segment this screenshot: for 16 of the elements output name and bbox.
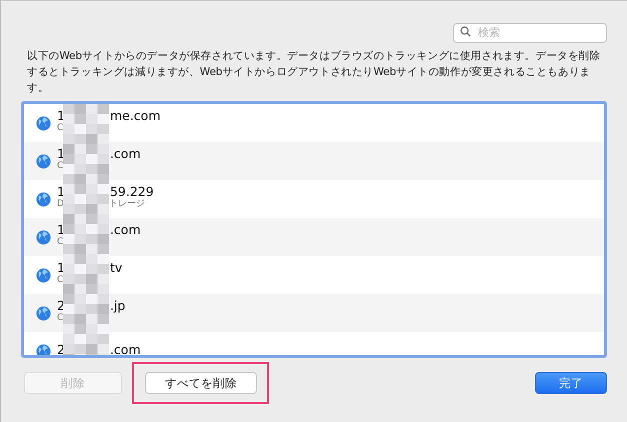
globe-icon — [36, 268, 51, 282]
delete-button[interactable]: すべてを削除 — [145, 372, 257, 394]
globe-icon — [36, 306, 51, 320]
site-detail: C — [57, 123, 64, 134]
globe-icon — [36, 230, 51, 244]
search-field[interactable]: 検索 — [453, 22, 607, 42]
globe-icon — [36, 344, 51, 355]
site-detail: C — [57, 313, 64, 324]
globe-icon — [36, 154, 51, 168]
globe-icon — [36, 192, 51, 206]
site-detail: C — [57, 161, 64, 172]
done-button[interactable]: 完了 — [535, 372, 607, 394]
globe-icon — [36, 116, 51, 130]
description-text: 以下のWebサイトからのデータが保存されています。データはブラウズのトラッキングに使用されます。データを削除するとトラッキングは減りますが、WebサイトからログアウトされたりWebサイトの動作が変更されることもあります。 — [27, 49, 602, 96]
site-detail: C — [57, 275, 64, 286]
site-detail: C — [57, 237, 64, 248]
